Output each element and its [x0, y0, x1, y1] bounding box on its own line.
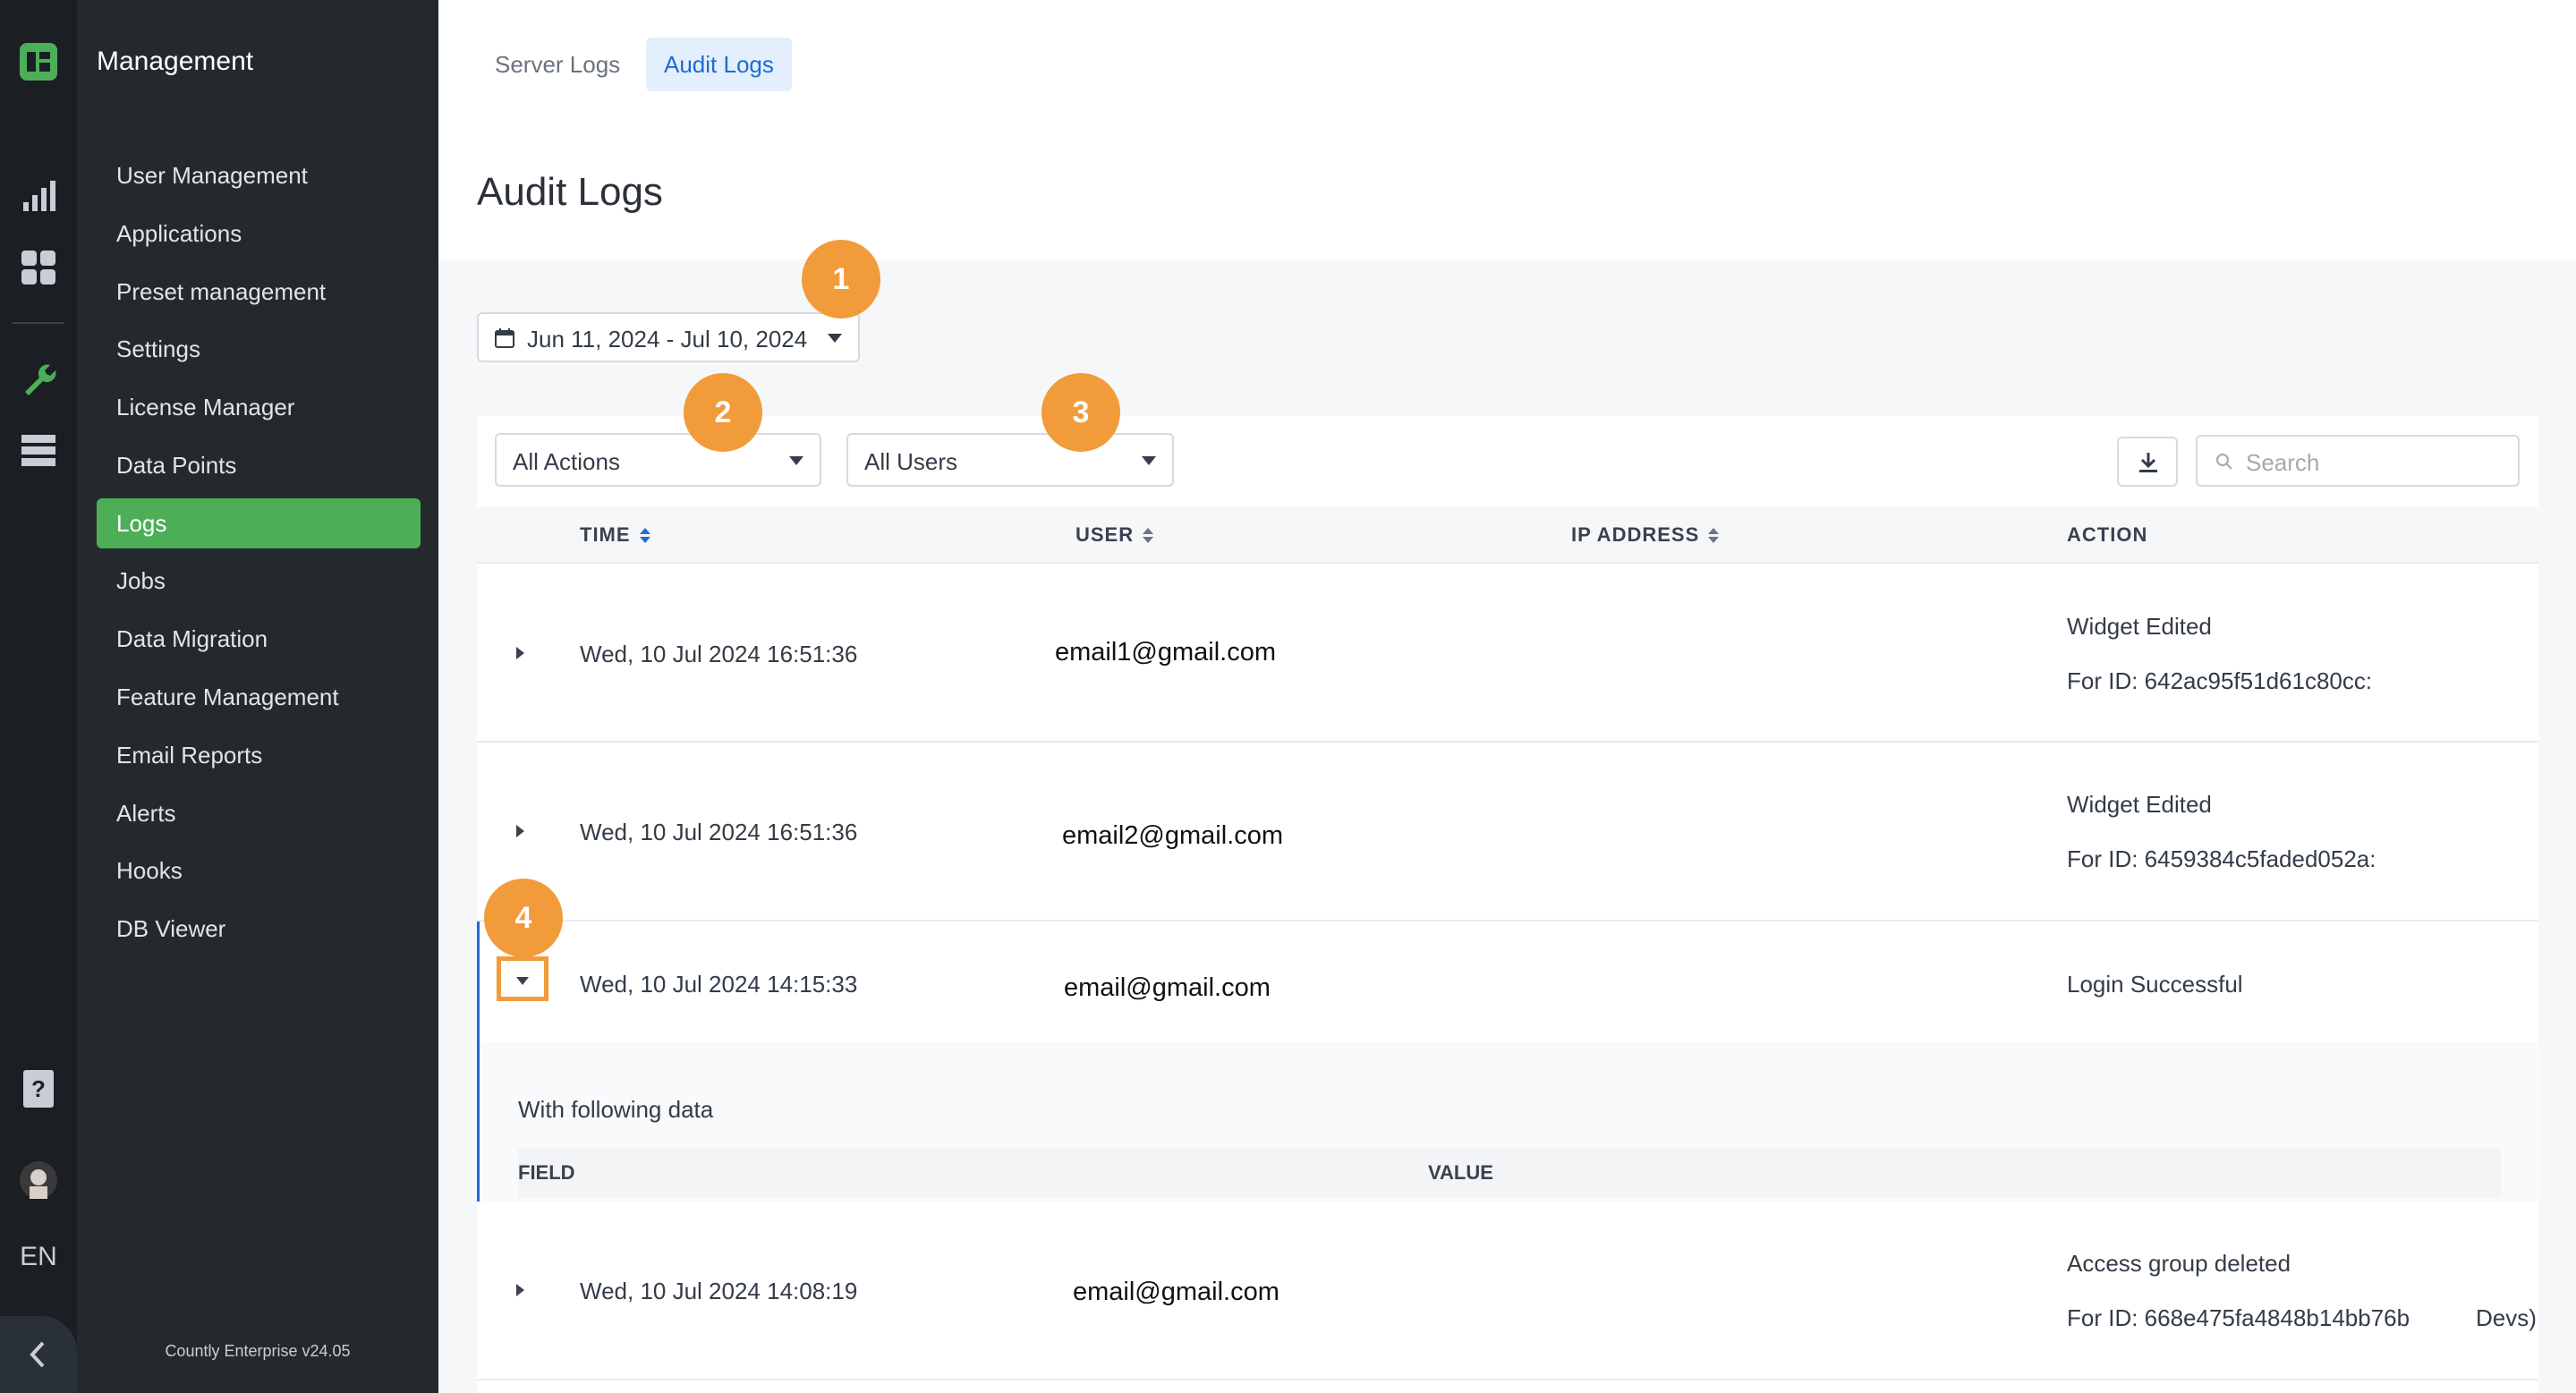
management-sidebar: Management User Management Applications …: [77, 0, 438, 1393]
search-input[interactable]: Search: [2196, 435, 2520, 487]
search-placeholder: Search: [2246, 449, 2320, 476]
column-action: ACTION: [2067, 506, 2147, 564]
row-action: Login Successful: [2067, 971, 2243, 998]
row-detail-panel: With following data FIELD VALUE: [480, 1042, 2538, 1202]
expanded-row-indicator: [477, 922, 480, 1202]
rail-divider: [13, 322, 64, 324]
sidebar-item-settings[interactable]: Settings: [97, 324, 421, 374]
expand-row-icon[interactable]: [516, 647, 524, 659]
row-time: Wed, 10 Jul 2024 14:15:33: [580, 971, 858, 998]
tab-audit-logs[interactable]: Audit Logs: [646, 38, 792, 91]
chevron-left-icon: [30, 1341, 45, 1368]
sidebar-item-license-manager[interactable]: License Manager: [97, 382, 421, 432]
analytics-icon[interactable]: [20, 177, 57, 215]
chevron-down-icon: [789, 456, 803, 465]
sidebar-title: Management: [97, 47, 254, 76]
callout-marker-2: 2: [684, 373, 762, 452]
sidebar-item-data-migration[interactable]: Data Migration: [97, 614, 421, 664]
sidebar-item-jobs[interactable]: Jobs: [97, 556, 421, 606]
row-user: email@gmail.com: [1073, 1278, 1279, 1306]
version-label: Countly Enterprise v24.05: [165, 1342, 351, 1360]
svg-text:?: ?: [31, 1075, 46, 1102]
column-time[interactable]: TIME: [580, 506, 650, 564]
callout-marker-1: 1: [802, 240, 880, 319]
page-title: Audit Logs: [477, 170, 663, 214]
sidebar-item-feature-management[interactable]: Feature Management: [97, 672, 421, 722]
collapse-sidebar-button[interactable]: [0, 1316, 77, 1393]
detail-value-header: VALUE: [1428, 1161, 1493, 1184]
row-action: Widget Edited: [2067, 791, 2212, 818]
expand-row-icon[interactable]: [516, 1284, 524, 1296]
sidebar-item-email-reports[interactable]: Email Reports: [97, 730, 421, 780]
sort-icon[interactable]: [1143, 528, 1154, 544]
detail-field-header: FIELD: [518, 1161, 575, 1184]
sidebar-item-alerts[interactable]: Alerts: [97, 788, 421, 838]
column-ip-label: IP ADDRESS: [1571, 523, 1700, 546]
sidebar-item-applications[interactable]: Applications: [97, 208, 421, 259]
sidebar-item-logs[interactable]: Logs: [97, 498, 421, 548]
row-action-detail: For ID: 642ac95f51d61c80cc:: [2067, 667, 2373, 694]
detail-title: With following data: [518, 1096, 714, 1123]
table-row[interactable]: Wed, 10 Jul 2024 16:51:36 email1@gmail.c…: [477, 564, 2538, 743]
sidebar-item-preset-management[interactable]: Preset management: [97, 267, 421, 317]
expand-row-icon[interactable]: [516, 825, 524, 837]
column-user-label: USER: [1075, 523, 1135, 546]
row-action-detail: For ID: 668e475fa4848b14bb76b: [2067, 1304, 2410, 1331]
table-row[interactable]: Wed, 10 Jul 2024 14:08:19 email@gmail.co…: [477, 1202, 2538, 1380]
callout-marker-3: 3: [1041, 373, 1120, 452]
sidebar-item-data-points[interactable]: Data Points: [97, 440, 421, 490]
date-range-value: Jun 11, 2024 - Jul 10, 2024: [527, 326, 808, 352]
chevron-down-icon: [828, 334, 842, 343]
sidebar-item-user-management[interactable]: User Management: [97, 150, 421, 200]
wrench-icon[interactable]: [20, 360, 57, 397]
actions-filter[interactable]: All Actions: [495, 433, 821, 487]
row-time: Wed, 10 Jul 2024 16:51:36: [580, 641, 858, 667]
detail-table-header: FIELD VALUE: [518, 1148, 2501, 1198]
language-switch[interactable]: EN: [0, 1242, 77, 1272]
column-action-label: ACTION: [2067, 523, 2148, 546]
row-time: Wed, 10 Jul 2024 16:51:36: [580, 819, 858, 845]
search-icon: [2216, 454, 2232, 470]
users-filter[interactable]: All Users: [846, 433, 1174, 487]
column-user[interactable]: USER: [1075, 506, 1154, 564]
actions-filter-value: All Actions: [513, 448, 620, 475]
tab-server-logs[interactable]: Server Logs: [477, 38, 638, 91]
download-icon: [2139, 453, 2157, 472]
sort-icon[interactable]: [639, 528, 650, 544]
database-icon[interactable]: [20, 431, 57, 469]
help-icon[interactable]: ?: [20, 1070, 57, 1108]
icon-rail: ? EN: [0, 0, 77, 1393]
column-time-label: TIME: [580, 523, 631, 546]
row-action-detail: For ID: 6459384c5faded052a:: [2067, 845, 2376, 872]
row-action-extra: Devs): [2476, 1304, 2537, 1331]
table-row[interactable]: Wed, 10 Jul 2024 16:51:36 email2@gmail.c…: [477, 743, 2538, 922]
row-action: Widget Edited: [2067, 613, 2212, 640]
sidebar-item-hooks[interactable]: Hooks: [97, 845, 421, 896]
row-user: email@gmail.com: [1064, 973, 1271, 1002]
row-time: Wed, 10 Jul 2024 14:08:19: [580, 1278, 858, 1304]
users-filter-value: All Users: [864, 448, 958, 475]
row-user: email2@gmail.com: [1062, 821, 1284, 850]
sort-icon[interactable]: [1708, 528, 1720, 544]
callout-marker-4: 4: [484, 879, 563, 957]
row-user: email1@gmail.com: [1055, 638, 1277, 667]
countly-logo-icon[interactable]: [20, 43, 57, 81]
date-range-picker[interactable]: Jun 11, 2024 - Jul 10, 2024: [477, 312, 860, 362]
download-button[interactable]: [2117, 437, 2178, 487]
avatar[interactable]: [20, 1161, 57, 1199]
table-header: TIME USER IP ADDRESS ACTION: [477, 506, 2538, 564]
calendar-icon: [495, 328, 514, 348]
dashboards-icon[interactable]: [20, 249, 57, 286]
table-row-expanded[interactable]: Wed, 10 Jul 2024 14:15:33 email@gmail.co…: [477, 922, 2538, 1042]
column-ip-address[interactable]: IP ADDRESS: [1571, 506, 1720, 564]
callout-highlight-box: [497, 956, 548, 1001]
chevron-down-icon: [1142, 456, 1156, 465]
row-action: Access group deleted: [2067, 1250, 2291, 1277]
sidebar-item-db-viewer[interactable]: DB Viewer: [97, 904, 421, 954]
